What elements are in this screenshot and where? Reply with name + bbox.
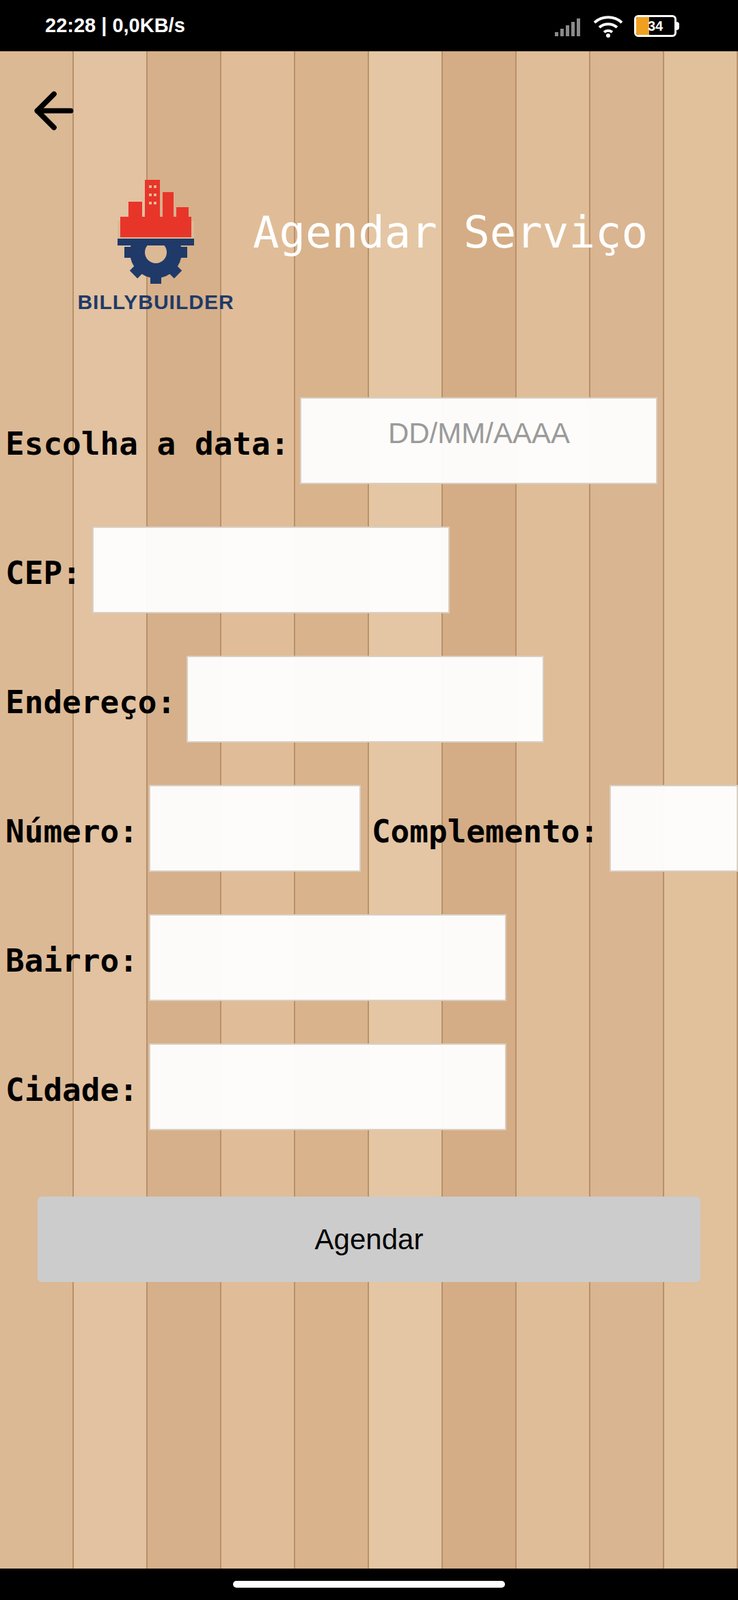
- text-input[interactable]: [148, 784, 361, 872]
- form-field: Endereço:: [5, 655, 544, 743]
- form-field: Cidade:: [5, 1042, 507, 1130]
- form-row: CEP:: [5, 526, 738, 613]
- back-button[interactable]: [25, 82, 83, 140]
- form-row: Cidade:: [5, 1042, 738, 1130]
- text-input[interactable]: [186, 655, 544, 743]
- status-time: 22:28 | 0,0KB/s: [45, 10, 186, 41]
- field-label: Cidade:: [5, 1059, 139, 1114]
- text-input[interactable]: [148, 913, 507, 1001]
- field-label: Endereço:: [5, 671, 176, 726]
- text-input[interactable]: [609, 784, 738, 872]
- form-row: Bairro:: [5, 913, 738, 1001]
- form-field: CEP:: [5, 526, 450, 613]
- navigation-bar: [0, 1567, 738, 1599]
- logo-icon: [114, 176, 197, 290]
- form-field: Bairro:: [5, 913, 507, 1001]
- field-label: Bairro:: [5, 930, 139, 984]
- form-field: Número:: [5, 784, 361, 872]
- form-field: Complemento:: [371, 784, 738, 872]
- field-label: CEP:: [5, 542, 82, 597]
- text-input[interactable]: [299, 397, 658, 484]
- back-arrow-icon: [25, 82, 83, 140]
- field-label: Complemento:: [371, 800, 599, 855]
- field-label: Número:: [5, 800, 139, 855]
- header: BILLYBUILDER Agendar Serviço: [0, 176, 738, 316]
- battery-icon: 34: [634, 15, 680, 37]
- form-row: Escolha a data:: [5, 397, 738, 484]
- text-input[interactable]: [148, 1042, 507, 1130]
- text-input[interactable]: [92, 526, 450, 613]
- form-row: Número: Complemento:: [5, 784, 738, 872]
- field-label: Escolha a data:: [5, 413, 290, 468]
- form-field: Escolha a data:: [5, 397, 658, 484]
- signal-icon: [554, 15, 583, 37]
- form: Escolha a data: CEP: Endereço: Número: Compl…: [0, 397, 738, 1130]
- home-indicator[interactable]: [233, 1579, 505, 1587]
- form-row: Endereço:: [5, 655, 738, 743]
- logo-text: BILLYBUILDER: [77, 289, 234, 316]
- page-title: Agendar Serviço: [252, 199, 648, 293]
- logo: BILLYBUILDER: [69, 176, 243, 316]
- wifi-icon: [593, 14, 624, 38]
- status-bar: 22:28 | 0,0KB/s 34: [0, 0, 738, 52]
- app-screen: 22:28 | 0,0KB/s 34 BILLYBUILDER Agendar Ser…: [0, 0, 738, 1599]
- content: BILLYBUILDER Agendar Serviço Escolha a dat…: [0, 51, 738, 1568]
- schedule-button[interactable]: Agendar: [37, 1195, 701, 1282]
